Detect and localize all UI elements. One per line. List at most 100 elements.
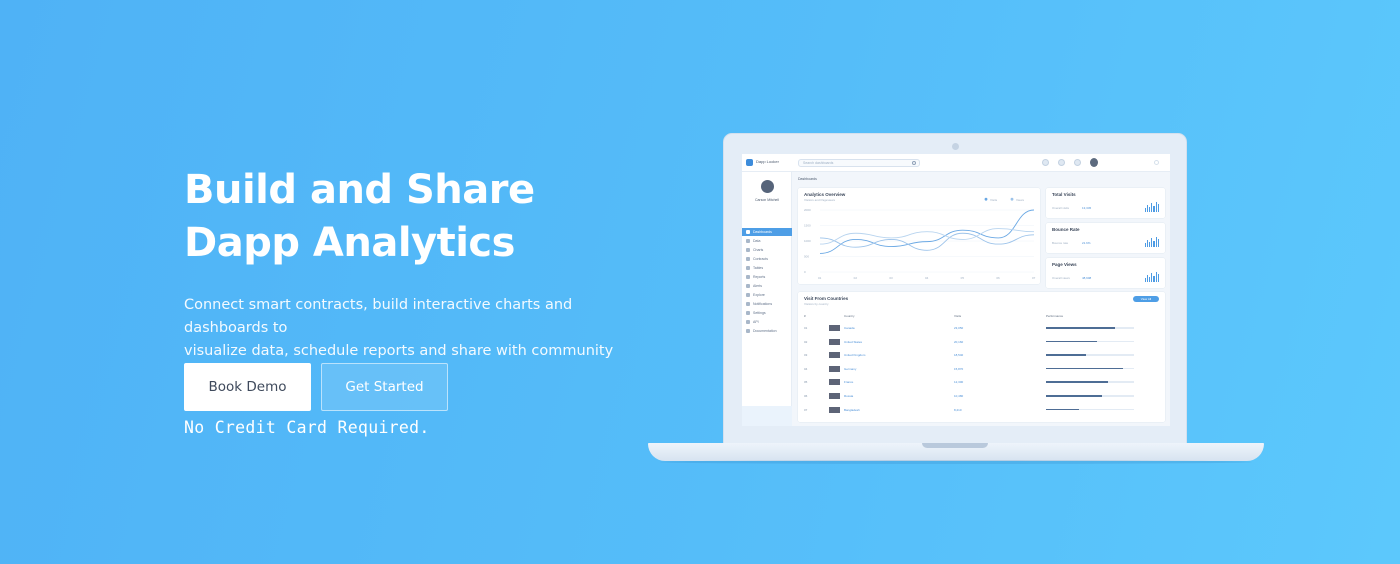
row-performance-bar xyxy=(1046,367,1134,370)
x-tick-label: 01 xyxy=(818,276,822,280)
stat-title: Page Views xyxy=(1052,262,1077,267)
table-row: 06 Russia 10,480 xyxy=(804,390,1154,403)
get-started-button[interactable]: Get Started xyxy=(321,363,448,411)
spark-bar xyxy=(1157,274,1159,282)
table-header-cell: Country xyxy=(844,314,855,318)
legend-dot xyxy=(1010,197,1014,201)
row-performance-fill xyxy=(1046,327,1115,329)
cta-group: Book Demo Get Started xyxy=(184,363,448,411)
laptop-shadow xyxy=(660,460,1252,464)
sidebar-item: Tables xyxy=(742,264,792,272)
view-all-button: View All xyxy=(1133,296,1159,302)
laptop-camera xyxy=(952,143,959,150)
stat-title: Bounce Rate xyxy=(1052,227,1080,232)
country-flag-icon xyxy=(829,325,840,331)
sidebar-item: Explore xyxy=(742,291,792,299)
spark-bar xyxy=(1153,206,1155,212)
countries-table-card: Visit From Countries Visitors by country… xyxy=(798,292,1165,422)
row-performance-bar xyxy=(1046,381,1134,383)
table-row: 04 Germany 15,870 xyxy=(804,363,1154,376)
spark-bar xyxy=(1155,202,1157,212)
row-country: Russia xyxy=(844,394,854,398)
stat-caption: Overall visits xyxy=(1052,206,1070,210)
sidebar-item: Documentation xyxy=(742,327,792,335)
row-country: Germany xyxy=(844,366,857,371)
dashboard-search-input: Search dashboards xyxy=(798,159,920,167)
stat-sparkbars xyxy=(1144,237,1159,247)
row-country: United Kingdom xyxy=(844,353,866,358)
sidebar-item: Dashboards xyxy=(742,228,792,236)
hero-title: Build and Share Dapp Analytics xyxy=(184,164,644,270)
spark-bar xyxy=(1146,205,1149,212)
spark-bar xyxy=(1153,241,1155,247)
spark-bar xyxy=(1151,203,1153,212)
table-title: Visit From Countries xyxy=(804,296,849,301)
analytics-overview-card: Analytics Overview Visitors and Pageview… xyxy=(798,188,1040,284)
laptop-mockup: Dapp Looker Search dashboards Carson Mit… xyxy=(723,133,1187,445)
spark-bar xyxy=(1149,242,1151,247)
book-demo-button[interactable]: Book Demo xyxy=(184,363,311,411)
breadcrumb: Dashboards xyxy=(798,177,817,181)
stat-value: 21.6% xyxy=(1082,241,1091,245)
spark-bar xyxy=(1149,207,1151,212)
sidebar-user-name: Carson Mitchell xyxy=(754,198,780,202)
sidebar-item: Contracts xyxy=(742,255,792,263)
laptop-notch xyxy=(922,443,988,448)
hero-section: Build and Share Dapp Analytics Connect s… xyxy=(184,164,644,363)
hero-subtitle-line-2: visualize data, schedule reports and sha… xyxy=(184,343,614,359)
y-tick-label: 2000 xyxy=(804,208,811,212)
spark-bar xyxy=(1155,272,1157,282)
dashboard-topbar: Dapp Looker Search dashboards xyxy=(742,154,1170,172)
y-tick-label: 500 xyxy=(804,255,809,259)
row-index: 01 xyxy=(804,326,808,330)
stat-title: Total Visits xyxy=(1052,192,1076,197)
spark-bar xyxy=(1153,276,1155,282)
spark-bar xyxy=(1149,277,1151,282)
y-tick-label: 1500 xyxy=(804,224,811,228)
sidebar-footer xyxy=(742,406,792,426)
row-visits: 20,160 xyxy=(954,339,964,344)
stat-card: Page Views Overall views 48,908 xyxy=(1046,258,1165,288)
table-subtitle: Visitors by country xyxy=(804,302,829,306)
sidebar-item: Notifications xyxy=(742,300,792,308)
row-visits: 8,210 xyxy=(954,407,962,412)
overview-line-chart: 2000 1500 1000 500 0 01 02 03 04 05 06 07 xyxy=(804,197,1036,280)
x-tick-label: 03 xyxy=(889,276,893,280)
hero-title-line-2: Dapp Analytics xyxy=(184,220,515,266)
country-flag-icon xyxy=(829,352,840,359)
row-index: 04 xyxy=(804,366,808,371)
spark-bar xyxy=(1157,204,1159,212)
row-visits: 10,480 xyxy=(954,394,964,398)
x-tick-label: 05 xyxy=(961,276,965,280)
table-row: 05 France 12,300 xyxy=(804,376,1154,389)
row-index: 05 xyxy=(804,380,808,385)
row-performance-fill xyxy=(1046,340,1098,343)
x-tick-label: 04 xyxy=(925,276,929,280)
row-country: United States xyxy=(844,339,863,344)
row-country: France xyxy=(844,380,854,385)
row-performance-fill xyxy=(1046,408,1080,411)
stat-card: Bounce Rate Bounce rate 21.6% xyxy=(1046,223,1165,253)
hero-subtitle: Connect smart contracts, build interacti… xyxy=(184,294,644,363)
hero-subtitle-line-1: Connect smart contracts, build interacti… xyxy=(184,297,573,336)
y-tick-label: 1000 xyxy=(804,239,811,243)
row-performance-fill xyxy=(1046,395,1103,397)
spark-bar xyxy=(1155,237,1157,247)
no-credit-card-note: No Credit Card Required. xyxy=(184,418,430,437)
sidebar-item: Settings xyxy=(742,309,792,317)
row-performance-fill xyxy=(1046,354,1087,356)
spark-bar xyxy=(1151,273,1153,282)
x-tick-label: 07 xyxy=(1032,276,1036,280)
spark-bar xyxy=(1146,240,1149,247)
stat-caption: Bounce rate xyxy=(1052,241,1069,245)
row-performance-bar xyxy=(1046,327,1134,329)
stat-sparkbars xyxy=(1144,202,1159,212)
table-header-cell: Performance xyxy=(1046,314,1064,318)
spark-bar xyxy=(1144,208,1146,212)
spark-bar xyxy=(1144,243,1146,247)
row-visits: 12,300 xyxy=(954,380,964,385)
dashboard-sidebar: Carson Mitchell Dashboards Data Charts Cont… xyxy=(742,172,792,426)
row-performance-fill xyxy=(1046,381,1108,383)
stat-card: Total Visits Overall visits 13,345 xyxy=(1046,188,1165,218)
table-row: 03 United Kingdom 18,540 xyxy=(804,349,1154,362)
